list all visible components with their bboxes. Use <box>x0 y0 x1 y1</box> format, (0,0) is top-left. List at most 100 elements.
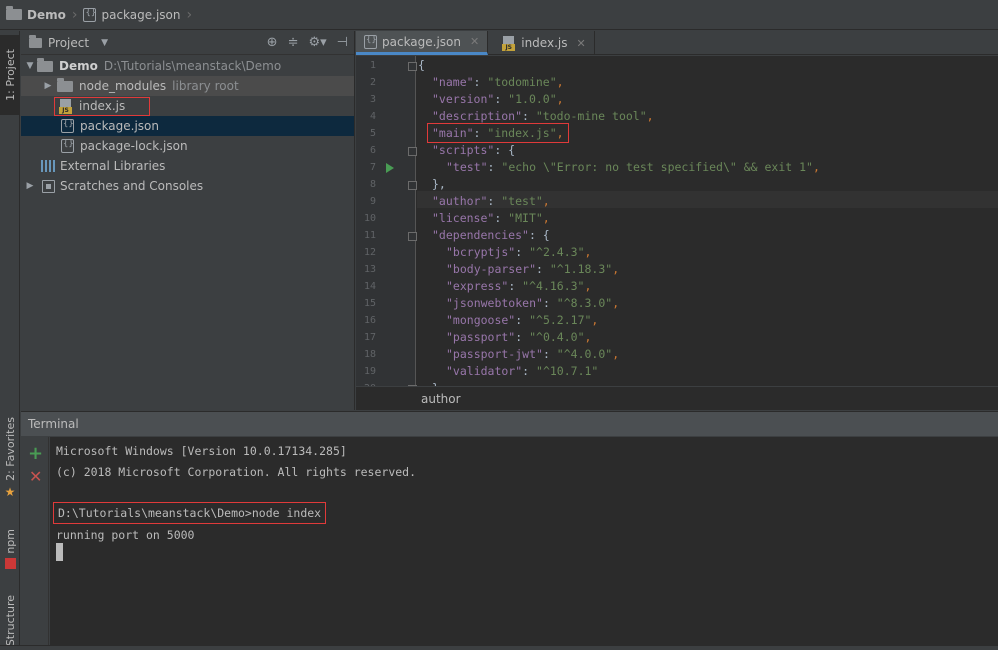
line-number: 10 <box>363 213 376 224</box>
tool-tab-npm[interactable]: npm <box>0 519 20 579</box>
close-icon[interactable]: ✕ <box>576 37 585 50</box>
json-value: "todomine" <box>487 75 557 89</box>
hide-panel-icon[interactable]: ⊣ <box>337 35 348 50</box>
code-entry: "validator": "^10.7.1" <box>446 364 598 378</box>
line-number: 17 <box>363 332 376 343</box>
breadcrumb-root[interactable]: Demo <box>6 6 66 22</box>
tree-item-label: package.json <box>80 119 160 133</box>
close-icon[interactable]: ✕ <box>470 35 479 48</box>
json-colon: : <box>473 75 488 89</box>
terminal-output[interactable]: Microsoft Windows [Version 10.0.17134.28… <box>50 437 998 645</box>
code-entry: "bcryptjs": "^2.4.3", <box>446 245 591 259</box>
collapsed-arrow-icon: ▶ <box>26 181 34 191</box>
json-colon: : <box>542 347 557 361</box>
tool-tab-structure[interactable]: 7: Structure <box>0 583 20 650</box>
tool-tab-project-label: 1: Project <box>3 49 17 101</box>
tree-item-package-json[interactable]: package.json <box>21 116 354 136</box>
code-line: }, <box>432 177 446 191</box>
terminal-line: Microsoft Windows [Version 10.0.17134.28… <box>56 444 347 458</box>
tool-tab-project[interactable]: 1: Project <box>0 35 20 115</box>
code-line: "license": "MIT", <box>432 211 550 225</box>
code-entry: "test": "echo \"Error: no test specified… <box>446 160 820 174</box>
tool-tab-favorites[interactable]: 2: Favorites ★ <box>0 403 20 513</box>
editor-gutter: 1234567891011121314151617181920 <box>356 56 417 386</box>
tree-item-scratches[interactable]: ▶ Scratches and Consoles <box>21 176 354 196</box>
code-editor[interactable]: 1234567891011121314151617181920 {"name":… <box>356 56 998 386</box>
fold-marker-icon[interactable] <box>408 181 417 190</box>
tree-item-demo[interactable]: ▼ Demo D:\Tutorials\meanstack\Demo <box>21 56 354 76</box>
terminal-line: running port on 5000 <box>56 528 195 542</box>
tree-item-index-js[interactable]: JS index.js <box>21 96 354 116</box>
folder-icon <box>57 77 73 92</box>
line-number: 6 <box>369 145 376 156</box>
tree-item-library-root-label: library root <box>172 79 239 93</box>
fold-marker-icon[interactable] <box>408 62 417 71</box>
code-line: "test": "echo \"Error: no test specified… <box>446 160 820 174</box>
json-value: "^4.16.3" <box>522 279 585 293</box>
code-entry: "express": "^4.16.3", <box>446 279 591 293</box>
breadcrumb-file-label: package.json <box>101 7 181 22</box>
tab-index-js[interactable]: JS index.js ✕ <box>488 31 595 55</box>
json-colon: : <box>487 160 502 174</box>
editor-breadcrumb[interactable]: author <box>356 386 998 410</box>
code-entry: "name": "todomine", <box>432 75 564 89</box>
json-comma: , <box>612 262 620 276</box>
run-script-icon[interactable] <box>386 163 394 173</box>
json-value: "todo-mine tool" <box>535 109 647 123</box>
code-line: "dependencies": { <box>432 228 550 242</box>
tree-item-label: node_modules <box>79 79 167 93</box>
collapsed-arrow-icon: ▶ <box>44 81 52 91</box>
json-colon: : <box>515 330 530 344</box>
code-entry: "body-parser": "^1.18.3", <box>446 262 619 276</box>
code-entry: "dependencies": { <box>432 228 550 242</box>
json-value: "^8.3.0" <box>556 296 613 310</box>
json-key: "scripts" <box>432 143 495 157</box>
code-line: "description": "todo-mine tool", <box>432 109 654 123</box>
tree-item-node-modules[interactable]: ▶ node_modules library root <box>21 76 354 96</box>
code-line: "passport-jwt": "^4.0.0", <box>446 347 619 361</box>
project-panel-title[interactable]: Project <box>48 36 89 50</box>
project-panel: Project ▼ ⊕ ≑ ⚙▾ ⊣ ▼ Demo D:\Tutorials\m… <box>21 31 355 410</box>
folder-icon <box>6 6 22 20</box>
json-comma: , <box>556 126 564 140</box>
terminal-title: Terminal <box>28 417 79 431</box>
line-number: 14 <box>363 281 376 292</box>
locate-icon[interactable]: ⊕ <box>267 35 278 50</box>
tree-item-package-lock-json[interactable]: package-lock.json <box>21 136 354 156</box>
json-colon: : <box>494 143 509 157</box>
line-number: 18 <box>363 349 376 360</box>
gear-icon[interactable]: ⚙▾ <box>308 35 326 50</box>
new-session-icon[interactable]: + <box>28 443 43 464</box>
code-line: "author": "test", <box>432 194 550 208</box>
terminal-line: (c) 2018 Microsoft Corporation. All righ… <box>56 465 417 479</box>
line-number: 11 <box>363 230 376 241</box>
line-number: 2 <box>369 77 376 88</box>
json-comma: , <box>556 92 564 106</box>
fold-marker-icon[interactable] <box>408 147 417 156</box>
tree-item-external-libraries[interactable]: External Libraries <box>21 156 354 176</box>
code-line: "jsonwebtoken": "^8.3.0", <box>446 296 619 310</box>
star-icon: ★ <box>4 484 16 499</box>
json-value: "MIT" <box>508 211 543 225</box>
chevron-right-icon: › <box>186 6 193 23</box>
tab-label: package.json <box>382 34 462 49</box>
collapse-all-icon[interactable]: ≑ <box>288 35 299 50</box>
fold-marker-icon[interactable] <box>408 232 417 241</box>
json-key: "jsonwebtoken" <box>446 296 543 310</box>
code-entry: "version": "1.0.0", <box>432 92 564 106</box>
breadcrumb-root-label: Demo <box>27 7 66 22</box>
left-tool-stripe: 1: Project 2: Favorites ★ npm 7: Structu… <box>0 31 20 650</box>
code-line: "version": "1.0.0", <box>432 92 564 106</box>
chevron-down-icon[interactable]: ▼ <box>101 38 108 48</box>
json-file-icon <box>61 139 74 153</box>
breadcrumb-file[interactable]: package.json <box>83 7 181 22</box>
json-comma: , <box>556 75 564 89</box>
editor-breadcrumb-label: author <box>421 391 461 406</box>
json-value: "^5.2.17" <box>529 313 592 327</box>
close-session-icon[interactable]: ✕ <box>29 467 42 486</box>
json-key: "name" <box>432 75 474 89</box>
code-entry: "author": "test", <box>432 194 550 208</box>
line-number: 8 <box>369 179 376 190</box>
highlight-box: "main": "index.js", <box>427 123 569 143</box>
tab-package-json[interactable]: package.json ✕ <box>356 31 489 55</box>
